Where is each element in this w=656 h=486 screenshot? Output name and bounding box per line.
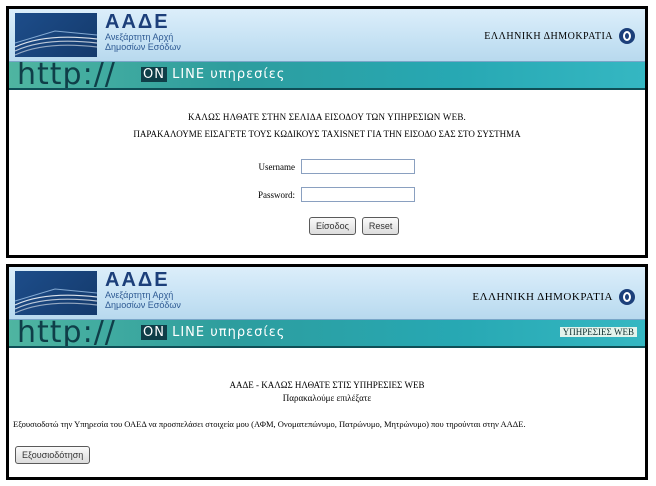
password-input[interactable] <box>301 187 415 202</box>
greek-seal-icon <box>619 289 635 305</box>
brand-subtitle-line2: Δημοσίων Εσόδων <box>105 42 181 52</box>
header: ΑΑΔΕ Ανεξάρτητη Αρχή Δημοσίων Εσόδων ΕΛΛ… <box>9 9 645 62</box>
password-label: Password: <box>257 189 295 200</box>
aade-logo-emblem <box>15 13 97 57</box>
login-buttons: Είσοδος Reset <box>309 217 400 235</box>
brand-name: ΑΑΔΕ <box>105 11 170 33</box>
username-row: Username <box>245 159 415 174</box>
republic-label: ΕΛΛΗΝΙΚΗ ΔΗΜΟΚΡΑΤΙΑ <box>472 289 635 305</box>
login-button[interactable]: Είσοδος <box>309 217 356 235</box>
login-body: ΚΑΛΩΣ ΗΛΘΑΤΕ ΣΤΗΝ ΣΕΛΙΔΑ ΕΙΣΟΔΟΥ ΤΩΝ ΥΠΗ… <box>9 112 645 139</box>
password-row: Password: <box>245 187 415 202</box>
reset-button[interactable]: Reset <box>361 217 400 235</box>
republic-text: ΕΛΛΗΝΙΚΗ ΔΗΜΟΚΡΑΤΙΑ <box>484 30 613 42</box>
services-band: http:// ON LINE υπηρεσίες <box>9 62 645 90</box>
authorize-button[interactable]: Εξουσιοδότηση <box>15 446 91 464</box>
republic-text: ΕΛΛΗΝΙΚΗ ΔΗΜΟΚΡΑΤΙΑ <box>472 291 613 303</box>
services-web-link[interactable]: ΥΠΗΡΕΣΙΕΣ WEB <box>559 327 637 337</box>
brand-subtitle-line2: Δημοσίων Εσόδων <box>105 300 181 310</box>
online-rest-text: LINE υπηρεσίες <box>166 325 286 340</box>
online-services-text: ON LINE υπηρεσίες <box>141 67 285 82</box>
welcome-message: ΚΑΛΩΣ ΗΛΘΑΤΕ ΣΤΗΝ ΣΕΛΙΔΑ ΕΙΣΟΔΟΥ ΤΩΝ ΥΠΗ… <box>188 112 466 122</box>
brand-name: ΑΑΔΕ <box>105 269 170 291</box>
online-on-text: ON <box>141 67 167 82</box>
username-input[interactable] <box>301 159 415 174</box>
services-band: http:// ON LINE υπηρεσίες ΥΠΗΡΕΣΙΕΣ WEB <box>9 320 645 348</box>
online-on-text: ON <box>141 325 167 340</box>
brand: ΑΑΔΕ Ανεξάρτητη Αρχή Δημοσίων Εσόδων <box>105 270 181 310</box>
brand-subtitle-line1: Ανεξάρτητη Αρχή <box>105 290 174 300</box>
republic-label: ΕΛΛΗΝΙΚΗ ΔΗΜΟΚΡΑΤΙΑ <box>484 28 635 44</box>
login-instruction: ΠΑΡΑΚΑΛΟΥΜΕ ΕΙΣΑΓΕΤΕ ΤΟΥΣ ΚΩΔΙΚΟΥΣ TAXIS… <box>133 129 521 139</box>
http-logo-text: http:// <box>17 62 116 90</box>
services-title: ΑΑΔΕ - ΚΑΛΩΣ ΗΛΘΑΤΕ ΣΤΙΣ ΥΠΗΡΕΣΙΕΣ WEB <box>229 380 425 390</box>
online-rest-text: LINE υπηρεσίες <box>166 67 286 82</box>
login-panel: ΑΑΔΕ Ανεξάρτητη Αρχή Δημοσίων Εσόδων ΕΛΛ… <box>6 6 648 258</box>
services-panel: ΑΑΔΕ Ανεξάρτητη Αρχή Δημοσίων Εσόδων ΕΛΛ… <box>6 264 648 480</box>
online-services-text: ON LINE υπηρεσίες <box>141 325 285 340</box>
http-logo-text: http:// <box>17 320 116 348</box>
brand: ΑΑΔΕ Ανεξάρτητη Αρχή Δημοσίων Εσόδων <box>105 12 181 52</box>
header: ΑΑΔΕ Ανεξάρτητη Αρχή Δημοσίων Εσόδων ΕΛΛ… <box>9 267 645 320</box>
authorization-text: Εξουσιοδοτώ την Υπηρεσία του ΟΑΕΔ να προ… <box>13 419 526 429</box>
aade-logo-emblem <box>15 271 97 315</box>
brand-subtitle-line1: Ανεξάρτητη Αρχή <box>105 32 174 42</box>
services-subtitle: Παρακαλούμε επιλέξατε <box>282 393 372 403</box>
username-label: Username <box>258 161 295 172</box>
greek-seal-icon <box>619 28 635 44</box>
